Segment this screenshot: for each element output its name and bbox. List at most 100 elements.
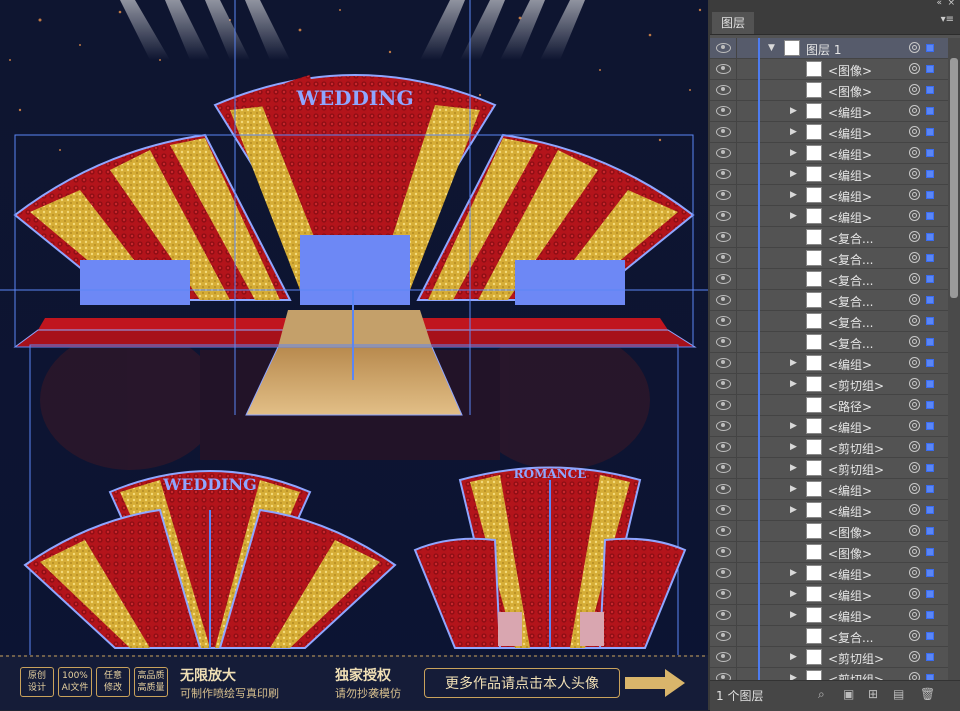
layer-row[interactable]: ▶ <剪切组> <box>710 437 948 458</box>
selection-square[interactable] <box>926 359 934 367</box>
expand-arrow-icon[interactable]: ▶ <box>790 169 797 179</box>
lock-column[interactable] <box>736 416 737 437</box>
visibility-eye-icon[interactable] <box>716 505 731 515</box>
target-circle-icon[interactable] <box>909 651 920 662</box>
selection-square[interactable] <box>926 527 934 535</box>
layer-label[interactable]: <编组> <box>828 566 872 583</box>
target-circle-icon[interactable] <box>909 546 920 557</box>
lock-column[interactable] <box>736 626 737 647</box>
lock-column[interactable] <box>736 227 737 248</box>
selection-square[interactable] <box>926 611 934 619</box>
layer-row[interactable]: ▶ <剪切组> <box>710 458 948 479</box>
lock-column[interactable] <box>736 332 737 353</box>
more-works-button[interactable]: 更多作品请点击本人头像 <box>424 668 620 698</box>
selection-square[interactable] <box>926 653 934 661</box>
visibility-eye-icon[interactable] <box>716 337 731 347</box>
locate-object-icon[interactable]: ⌕ <box>818 687 825 702</box>
layer-label[interactable]: <复合... <box>828 251 874 268</box>
target-circle-icon[interactable] <box>909 315 920 326</box>
lock-column[interactable] <box>736 101 737 122</box>
layer-row[interactable]: <图像> <box>710 59 948 80</box>
expand-arrow-icon[interactable]: ▶ <box>790 484 797 494</box>
expand-arrow-icon[interactable]: ▼ <box>768 43 775 53</box>
layer-row[interactable]: ▶ <剪切组> <box>710 374 948 395</box>
target-circle-icon[interactable] <box>909 336 920 347</box>
expand-arrow-icon[interactable]: ▶ <box>790 463 797 473</box>
collapse-icon[interactable]: « <box>936 0 942 8</box>
target-circle-icon[interactable] <box>909 357 920 368</box>
layer-row[interactable]: ▶ <编组> <box>710 143 948 164</box>
expand-arrow-icon[interactable]: ▶ <box>790 421 797 431</box>
lock-column[interactable] <box>736 311 737 332</box>
selection-square[interactable] <box>926 170 934 178</box>
layer-label[interactable]: <复合... <box>828 314 874 331</box>
selection-square[interactable] <box>926 506 934 514</box>
lock-column[interactable] <box>736 374 737 395</box>
target-circle-icon[interactable] <box>909 399 920 410</box>
target-circle-icon[interactable] <box>909 63 920 74</box>
visibility-eye-icon[interactable] <box>716 484 731 494</box>
layer-label[interactable]: <图像> <box>828 83 872 100</box>
layer-label[interactable]: <剪切组> <box>828 461 884 478</box>
visibility-eye-icon[interactable] <box>716 106 731 116</box>
lock-column[interactable] <box>736 458 737 479</box>
selection-square[interactable] <box>926 86 934 94</box>
target-circle-icon[interactable] <box>909 630 920 641</box>
delete-layer-icon[interactable]: 🗑 <box>920 687 935 701</box>
layer-row[interactable]: ▶ <编组> <box>710 164 948 185</box>
lock-column[interactable] <box>736 185 737 206</box>
layer-row[interactable]: <复合... <box>710 290 948 311</box>
new-sublayer-icon[interactable]: ⊞ <box>868 687 878 701</box>
expand-arrow-icon[interactable]: ▶ <box>790 127 797 137</box>
lock-column[interactable] <box>736 479 737 500</box>
selection-square[interactable] <box>926 212 934 220</box>
target-circle-icon[interactable] <box>909 42 920 53</box>
expand-arrow-icon[interactable]: ▶ <box>790 358 797 368</box>
visibility-eye-icon[interactable] <box>716 85 731 95</box>
lock-column[interactable] <box>736 542 737 563</box>
layer-label[interactable]: <编组> <box>828 209 872 226</box>
layer-row[interactable]: <复合... <box>710 269 948 290</box>
new-layer-icon[interactable]: ▤ <box>893 687 904 701</box>
visibility-eye-icon[interactable] <box>716 274 731 284</box>
target-circle-icon[interactable] <box>909 168 920 179</box>
target-circle-icon[interactable] <box>909 567 920 578</box>
selection-square[interactable] <box>926 65 934 73</box>
expand-arrow-icon[interactable]: ▶ <box>790 568 797 578</box>
layer-label[interactable]: <编组> <box>828 146 872 163</box>
layer-label[interactable]: <图像> <box>828 62 872 79</box>
expand-arrow-icon[interactable]: ▶ <box>790 190 797 200</box>
selection-square[interactable] <box>926 401 934 409</box>
layer-label[interactable]: <复合... <box>828 230 874 247</box>
target-circle-icon[interactable] <box>909 252 920 263</box>
expand-arrow-icon[interactable]: ▶ <box>790 148 797 158</box>
layer-label[interactable]: <路径> <box>828 398 872 415</box>
make-clip-mask-icon[interactable]: ▣ <box>843 687 854 701</box>
layer-label[interactable]: <编组> <box>828 125 872 142</box>
target-circle-icon[interactable] <box>909 378 920 389</box>
target-circle-icon[interactable] <box>909 420 920 431</box>
layer-row[interactable]: ▶ <编组> <box>710 479 948 500</box>
layer-row[interactable]: <复合... <box>710 248 948 269</box>
target-circle-icon[interactable] <box>909 294 920 305</box>
expand-arrow-icon[interactable]: ▶ <box>790 106 797 116</box>
layer-label[interactable]: <复合... <box>828 272 874 289</box>
layer-row[interactable]: ▶ <编组> <box>710 605 948 626</box>
target-circle-icon[interactable] <box>909 525 920 536</box>
selection-square[interactable] <box>926 254 934 262</box>
layer-label[interactable]: <编组> <box>828 503 872 520</box>
close-icon[interactable]: × <box>947 0 955 8</box>
layer-row[interactable]: <路径> <box>710 395 948 416</box>
visibility-eye-icon[interactable] <box>716 568 731 578</box>
layers-list[interactable]: ▼ 图层 1 <图像> <图像> ▶ <编组> ▶ <编组> ▶ <编组> ▶ <编组> ▶ <编组> ▶ <… <box>710 38 948 689</box>
selection-square[interactable] <box>926 443 934 451</box>
target-circle-icon[interactable] <box>909 231 920 242</box>
panel-menu-icon[interactable]: ▾≡ <box>941 14 954 25</box>
lock-column[interactable] <box>736 437 737 458</box>
stage-design-artwork[interactable]: WEDDING WEDDING ROMANCE <box>0 0 708 710</box>
layer-label[interactable]: <图像> <box>828 545 872 562</box>
layer-row[interactable]: ▶ <编组> <box>710 101 948 122</box>
selection-square[interactable] <box>926 317 934 325</box>
layer-label[interactable]: 图层 1 <box>806 41 841 58</box>
expand-arrow-icon[interactable]: ▶ <box>790 589 797 599</box>
